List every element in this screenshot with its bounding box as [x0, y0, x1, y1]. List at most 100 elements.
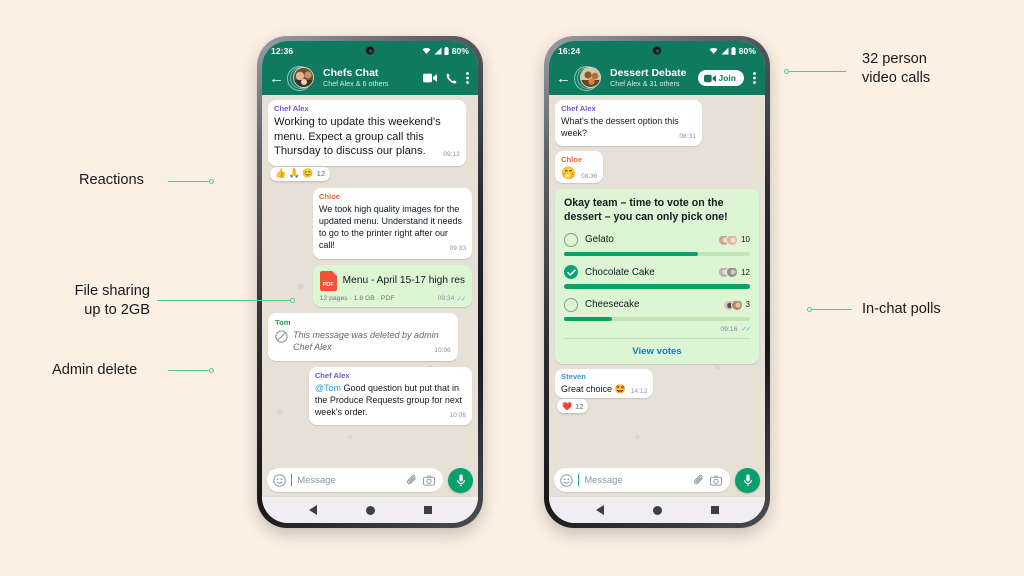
message-composer: Message	[549, 463, 765, 497]
emoji-icon[interactable]	[273, 473, 286, 487]
chat-message-area[interactable]: Chef Alex What's the dessert option this…	[549, 95, 765, 463]
poll-option-label: Chocolate Cake	[585, 266, 655, 278]
poll-radio-unselected[interactable]	[564, 297, 578, 312]
message-input-placeholder: Message	[584, 474, 623, 486]
message-time: 10:06	[434, 346, 451, 354]
camera-icon[interactable]	[423, 475, 435, 486]
view-votes-button[interactable]: View votes	[564, 339, 750, 364]
poll-voters[interactable]: 12	[718, 266, 750, 279]
poll-voters[interactable]: 3	[722, 298, 750, 311]
message-time: 08:31	[679, 133, 696, 141]
reaction-row: ❤️ 12	[555, 399, 759, 414]
android-nav-bar	[549, 497, 765, 523]
annotation-reactions: Reactions	[79, 172, 144, 188]
message-emoji: 🤭	[561, 166, 576, 181]
message-text: This message was deleted by admin Chef A…	[293, 329, 451, 357]
message-time: 09:34	[437, 295, 455, 303]
nav-recents-icon[interactable]	[710, 506, 719, 514]
phone-screen: 12:36 80% ← Chefs Chat Chef Alex & 6 oth…	[262, 41, 478, 523]
message-sender: Chef Alex	[274, 104, 309, 113]
emoji-icon[interactable]	[560, 473, 573, 487]
poll-option[interactable]: Chocolate Cake 12	[564, 265, 750, 289]
poll-option[interactable]: Cheesecake 3	[564, 297, 750, 322]
poll-option-count: 10	[741, 235, 750, 245]
camera-icon[interactable]	[710, 475, 722, 486]
poll-voters[interactable]: 10	[718, 233, 750, 246]
group-avatar[interactable]	[574, 65, 601, 91]
group-avatar[interactable]	[287, 65, 314, 91]
status-bar-time: 12:36	[271, 46, 294, 56]
chat-message-area[interactable]: Chef Alex Working to update this weekend…	[262, 95, 478, 463]
phone-call-icon[interactable]	[446, 73, 457, 84]
leader-line	[789, 71, 846, 73]
status-bar: 12:36 80%	[262, 41, 478, 61]
message-bubble-chloe[interactable]: Chloe We took high quality images for th…	[312, 187, 472, 259]
annotation-file-sharing: File sharing up to 2GB	[74, 283, 150, 318]
poll-card[interactable]: Okay team – time to vote on the dessert …	[555, 189, 759, 365]
message-bubble-chef-alex-2[interactable]: Chef Alex @Tom Good question but put tha…	[308, 366, 472, 426]
back-arrow-icon[interactable]: ←	[269, 71, 284, 86]
leader-dot	[784, 69, 789, 74]
android-nav-bar	[262, 497, 478, 523]
pdf-file-icon: PDF	[319, 270, 337, 291]
annotation-video-calls: 32 person video calls	[862, 51, 931, 86]
poll-progress-bar	[564, 251, 750, 257]
back-arrow-icon[interactable]: ←	[556, 71, 571, 86]
leader-line	[168, 181, 211, 183]
video-call-icon[interactable]	[423, 73, 437, 83]
mention-tag[interactable]: @Tom	[315, 383, 341, 393]
message-row: Chloe We took high quality images for th…	[268, 187, 472, 259]
reaction-pill[interactable]: 👍 🙏 😊 12	[270, 166, 331, 181]
message-text: Working to update this weekend's menu. E…	[274, 115, 460, 159]
message-bubble-file[interactable]: PDF Menu - April 15-17 high res 12 pages…	[312, 264, 472, 307]
phone-mockup-dessert-debate: 16:24 80% ← Dessert Debate Chef Alex & 3…	[544, 36, 770, 528]
nav-recents-icon[interactable]	[423, 506, 432, 514]
leader-dot	[209, 368, 214, 373]
reaction-emojis: ❤️	[562, 401, 572, 411]
message-bubble-chef-alex[interactable]: Chef Alex Working to update this weekend…	[268, 100, 466, 166]
wifi-icon	[422, 47, 431, 54]
paperclip-icon[interactable]	[693, 474, 705, 486]
voice-record-button[interactable]	[735, 467, 760, 493]
nav-back-icon[interactable]	[308, 505, 317, 515]
message-composer: Message	[262, 463, 478, 497]
message-sender: Steven	[561, 372, 586, 382]
chat-app-bar: ← Dessert Debate Chef Alex & 31 others J…	[549, 61, 765, 95]
message-row: Chef Alex Working to update this weekend…	[268, 100, 472, 166]
poll-radio-selected[interactable]	[564, 265, 578, 280]
message-bubble-steven[interactable]: Steven Great choice 🤩 14:12	[555, 369, 654, 399]
message-row: Tom This message was deleted by admin Ch…	[268, 312, 472, 361]
leader-dot	[209, 179, 214, 184]
message-input[interactable]: Message	[267, 468, 443, 492]
message-sender: Chef Alex	[314, 370, 350, 380]
paperclip-icon[interactable]	[406, 474, 418, 486]
overflow-menu-icon[interactable]	[466, 72, 469, 84]
poll-radio-unselected[interactable]	[564, 232, 578, 247]
join-call-button[interactable]: Join	[697, 70, 744, 86]
chat-subtitle: Chef Alex & 6 others	[323, 79, 389, 88]
voice-record-button[interactable]	[448, 467, 473, 493]
message-row: Steven Great choice 🤩 14:12	[555, 369, 759, 399]
poll-option-label: Cheesecake	[585, 299, 640, 311]
chat-title: Dessert Debate	[610, 67, 687, 79]
message-input[interactable]: Message	[554, 468, 730, 492]
message-sender: Tom	[275, 317, 291, 327]
text-cursor	[578, 474, 580, 486]
poll-option[interactable]: Gelato 10	[564, 232, 750, 257]
front-camera-icon	[365, 46, 375, 55]
reaction-count: 12	[574, 401, 584, 411]
nav-home-icon[interactable]	[365, 505, 375, 515]
overflow-menu-icon[interactable]	[753, 72, 756, 84]
nav-home-icon[interactable]	[652, 505, 662, 515]
nav-back-icon[interactable]	[595, 505, 604, 515]
wifi-icon	[709, 47, 718, 54]
poll-question: Okay team – time to vote on the dessert …	[564, 197, 728, 223]
message-bubble-deleted[interactable]: Tom This message was deleted by admin Ch…	[268, 312, 458, 361]
message-time: 09:33	[449, 245, 466, 253]
message-bubble-chef-alex[interactable]: Chef Alex What's the dessert option this…	[555, 100, 702, 147]
reaction-pill[interactable]: ❤️ 12	[557, 399, 589, 414]
front-camera-icon	[652, 46, 662, 55]
message-row: Chloe 🤭 08:36	[555, 151, 759, 184]
message-bubble-chloe[interactable]: Chloe 🤭 08:36	[555, 151, 604, 184]
join-label: Join	[718, 73, 736, 83]
